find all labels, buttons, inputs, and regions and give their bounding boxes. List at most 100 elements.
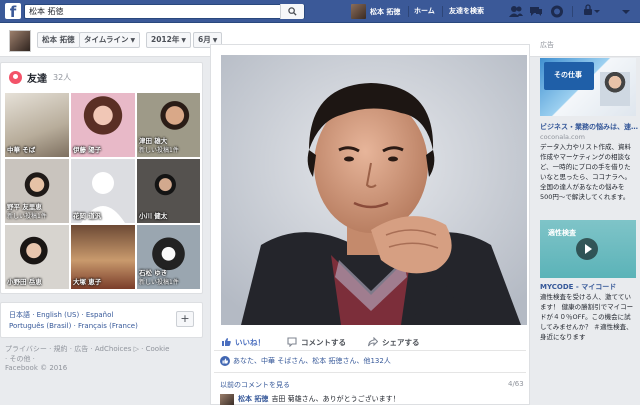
- portrait-image: [221, 55, 527, 325]
- friend-grid: 中華 そば 伊藤 陽子 津田 雄大 新しい投稿1件 野平 友里恵 新しい投稿1件…: [5, 93, 200, 289]
- account-menu-chevron-down-icon[interactable]: [620, 4, 636, 19]
- comment-icon: [287, 337, 297, 347]
- friends-count: 32人: [53, 72, 72, 82]
- year-dropdown[interactable]: 2012年 ▼: [146, 32, 191, 48]
- comment-label: コメントする: [301, 337, 346, 347]
- likes-summary[interactable]: あなた、中華 そばさん、松本 拓徳さん、他132人: [220, 356, 391, 366]
- avatar: [351, 4, 366, 19]
- search-box: [24, 4, 305, 19]
- share-button[interactable]: シェアする: [368, 337, 420, 348]
- like-button[interactable]: いいね！: [221, 337, 265, 348]
- friend-tile[interactable]: 野平 友里恵 新しい投稿1件: [5, 159, 69, 223]
- friend-name: 大塚 恵子: [73, 278, 102, 286]
- like-reaction-icon: [220, 356, 230, 366]
- post-actions: いいね！ コメントする シェアする: [221, 335, 442, 349]
- likes-text: あなた、中華 そばさん、松本 拓徳さん、他132人: [233, 357, 391, 365]
- notifications-icon[interactable]: [549, 4, 565, 19]
- language-card: 日本語 · English (US) · Español Português (…: [0, 302, 203, 338]
- friend-new-posts: 新しい投稿1件: [139, 279, 179, 286]
- timeline-dropdown[interactable]: タイムライン ▼: [79, 32, 141, 48]
- friend-tile[interactable]: 中華 そば: [5, 93, 69, 157]
- timeline-label: タイムライン: [84, 35, 129, 44]
- ad-image-text: 適性検査: [548, 229, 576, 237]
- nav-user-name: 松本 拓徳: [370, 7, 401, 16]
- friend-tile[interactable]: 花岡 道汎: [71, 159, 135, 223]
- ad-title[interactable]: ビジネス・業務の悩みは、速…: [540, 122, 638, 132]
- friend-requests-icon[interactable]: [508, 4, 524, 19]
- ad-image-text: その仕事: [554, 71, 582, 79]
- profile-name-button[interactable]: 松本 拓徳: [37, 32, 80, 48]
- divider: [214, 350, 526, 351]
- footer-links[interactable]: · その他 ·: [5, 354, 35, 364]
- privacy-shortcuts-icon[interactable]: [582, 4, 602, 19]
- nav-profile-link[interactable]: 松本 拓徳: [351, 4, 400, 19]
- month-label: 6月: [198, 35, 211, 44]
- footer-links[interactable]: プライバシー · 規約 · 広告 · AdChoices ▷ · Cookie: [5, 344, 169, 354]
- friends-title[interactable]: 友達: [27, 70, 47, 85]
- comment-author[interactable]: 松本 拓徳: [238, 394, 268, 404]
- friend-tile[interactable]: 伊藤 陽子: [71, 93, 135, 157]
- friend-tile[interactable]: 石松 ゆき 新しい投稿1件: [137, 225, 200, 289]
- messages-icon[interactable]: [528, 4, 544, 19]
- friend-name: 小川 健太: [139, 212, 168, 220]
- share-label: シェアする: [382, 337, 420, 347]
- ad-image-person: [600, 72, 630, 106]
- language-links[interactable]: Português (Brasil) · Français (France): [9, 322, 138, 330]
- search-icon: [288, 7, 297, 16]
- profile-name-label: 松本 拓徳: [42, 35, 75, 44]
- search-button[interactable]: [280, 4, 304, 19]
- share-icon: [368, 337, 378, 347]
- chevron-down-icon: ▼: [181, 37, 186, 44]
- nav-divider: [442, 6, 443, 17]
- ad-body: データ入力やリスト作成、資料作成やマーケティングの相談など、一時的にプロの手を借…: [540, 143, 631, 201]
- friend-tile[interactable]: 津田 雄大 新しい投稿1件: [137, 93, 200, 157]
- friends-header: 友達 32人: [9, 70, 72, 85]
- search-input[interactable]: [25, 5, 275, 18]
- chevron-down-icon: ▼: [130, 37, 136, 44]
- comment-button[interactable]: コメントする: [287, 337, 346, 348]
- play-icon[interactable]: [576, 238, 598, 260]
- ad-image[interactable]: 適性検査: [540, 220, 636, 278]
- avatar[interactable]: [220, 394, 234, 405]
- friend-tile[interactable]: 大塚 恵子: [71, 225, 135, 289]
- friend-name: 野平 友里恵: [7, 203, 42, 211]
- ad-domain: coconala.com: [540, 133, 585, 141]
- nav-divider: [572, 6, 573, 17]
- comment-count: 4/63: [508, 380, 524, 388]
- friend-name: 伊藤 陽子: [73, 146, 102, 154]
- language-links[interactable]: 日本語 · English (US) · Español: [9, 310, 113, 320]
- ads-label: 広告: [540, 41, 554, 49]
- friends-icon: [9, 70, 22, 84]
- comment: 松本 拓徳 吉田 菊雄さん、ありがとうございます！: [220, 394, 400, 405]
- friends-card: 友達 32人 中華 そば 伊藤 陽子 津田 雄大 新しい投稿1件 野平 友里恵 …: [0, 62, 203, 294]
- nav-find-friends-link[interactable]: 友達を検索: [449, 4, 484, 19]
- ad-image[interactable]: その仕事: [540, 58, 636, 116]
- chevron-down-icon: ▼: [212, 37, 218, 44]
- friend-name: 花岡 道汎: [73, 212, 102, 220]
- friend-name: 中華 そば: [7, 146, 36, 154]
- nav-divider: [408, 6, 409, 17]
- like-label: いいね！: [235, 337, 265, 347]
- friend-tile[interactable]: 小川 健太: [137, 159, 200, 223]
- divider: [214, 372, 526, 373]
- thumbs-up-icon: [222, 338, 231, 346]
- ad-title[interactable]: MYCODE - マイコード: [540, 282, 616, 292]
- ads-column: 広告 その仕事 ビジネス・業務の悩みは、速… coconala.com データ入…: [535, 30, 640, 405]
- friend-name: 小野田 岳恵: [7, 278, 42, 286]
- friend-new-posts: 新しい投稿1件: [7, 213, 47, 220]
- add-language-button[interactable]: +: [176, 311, 194, 327]
- year-label: 2012年: [151, 35, 180, 44]
- top-navigation-bar: f 松本 拓徳 ホーム 友達を検索: [0, 0, 640, 23]
- post-photo[interactable]: [221, 55, 527, 325]
- facebook-logo[interactable]: f: [5, 3, 21, 19]
- avatar[interactable]: [9, 30, 31, 52]
- nav-home-link[interactable]: ホーム: [414, 4, 435, 19]
- comment-text: 吉田 菊雄さん、ありがとうございます！: [271, 395, 400, 403]
- ad-body: 適性検査を受ける人、激てています！ 健康の勝割引でマイコードが４０％OFF。この…: [540, 293, 634, 341]
- friend-name: 津田 雄大: [139, 137, 168, 145]
- copyright: Facebook © 2016: [5, 364, 68, 372]
- friend-new-posts: 新しい投稿1件: [139, 147, 179, 154]
- friend-tile[interactable]: 小野田 岳恵: [5, 225, 69, 289]
- friend-name: 石松 ゆき: [139, 269, 168, 277]
- view-previous-comments-link[interactable]: 以前のコメントを見る: [220, 380, 290, 390]
